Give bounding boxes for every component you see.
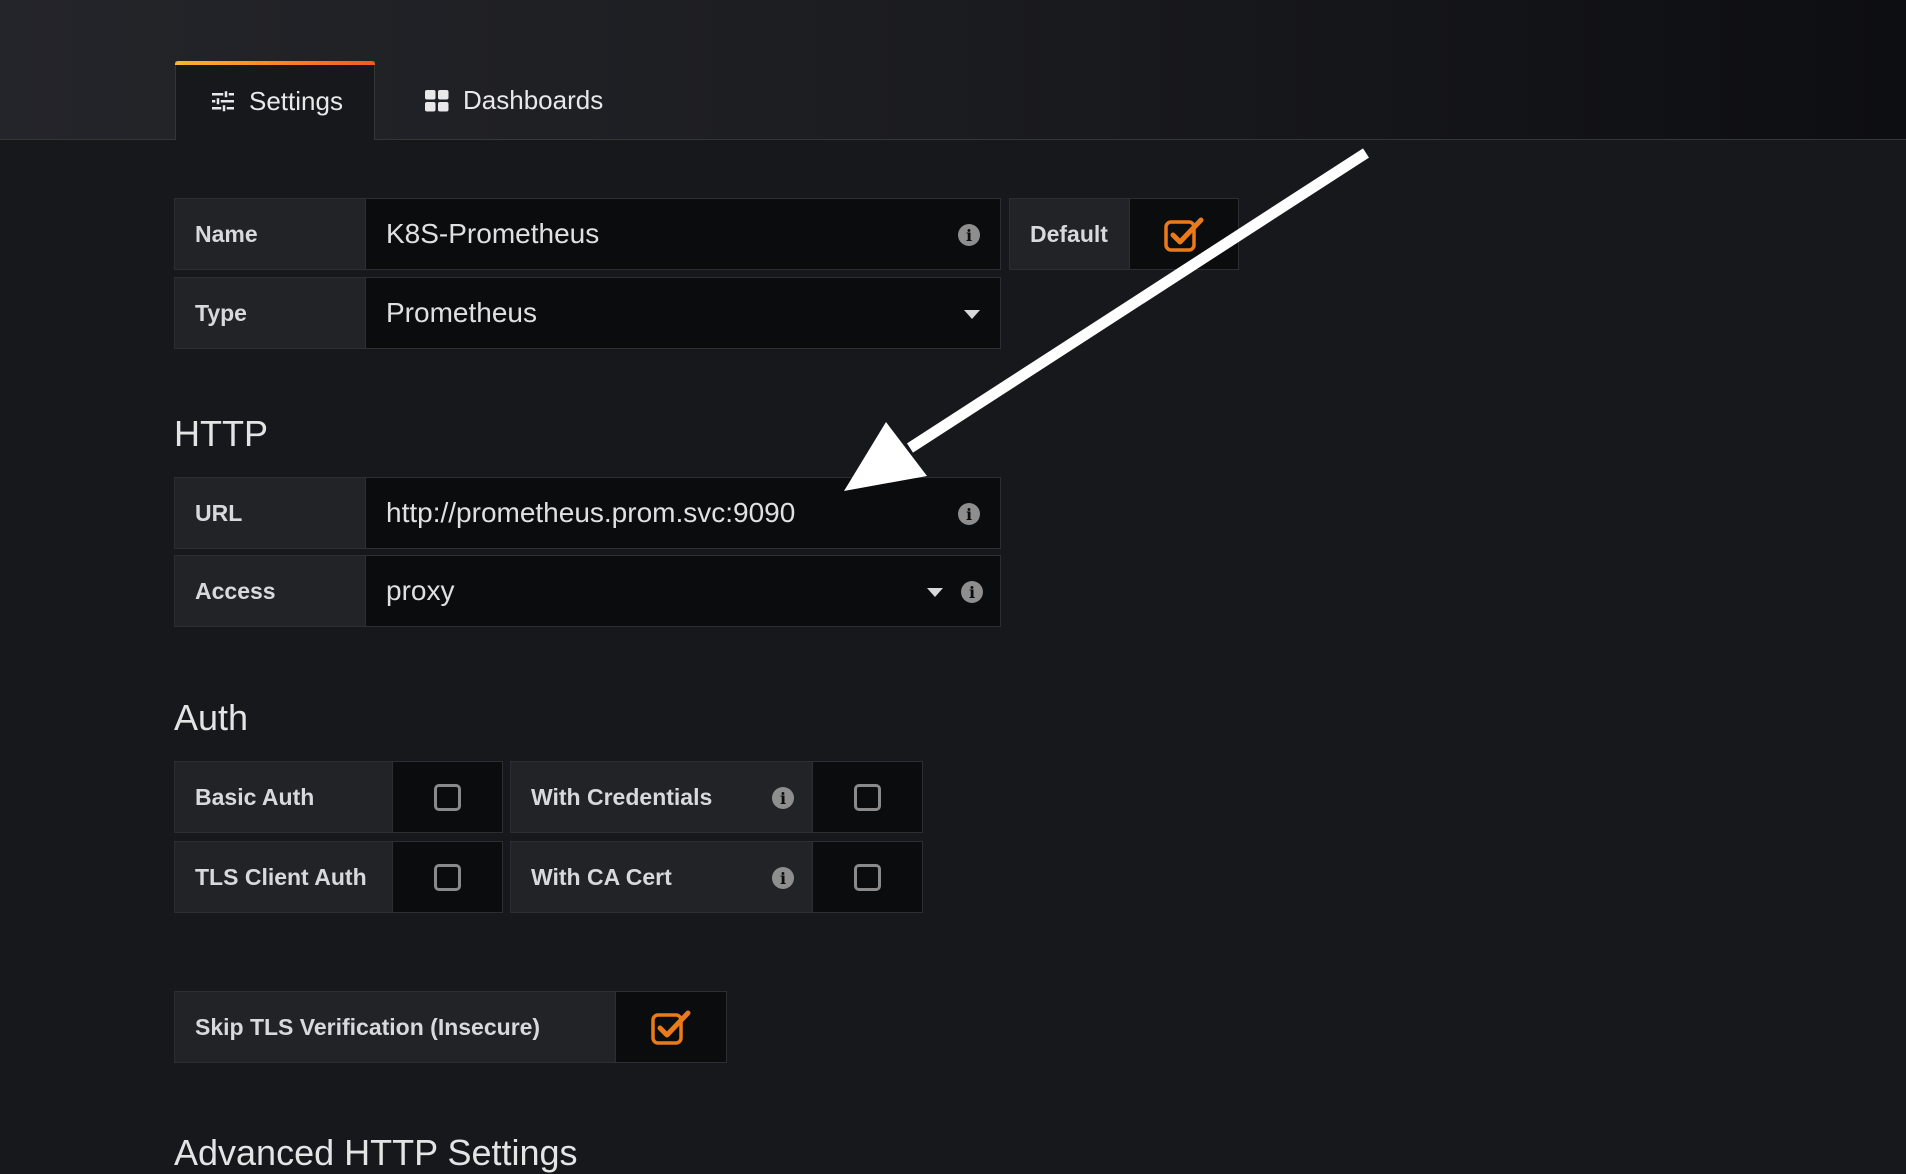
access-value: proxy: [386, 575, 455, 606]
sliders-icon: [212, 90, 234, 112]
with-credentials-checkbox[interactable]: [812, 761, 923, 833]
checkbox-empty-icon: [434, 863, 461, 891]
info-icon[interactable]: i: [958, 503, 980, 525]
access-label: Access: [174, 555, 366, 627]
chevron-down-icon: [927, 588, 943, 597]
chevron-down-icon: [964, 310, 980, 319]
with-ca-cert-label-cell: With CA Cert i: [510, 841, 813, 913]
advanced-http-heading: Advanced HTTP Settings: [174, 1132, 578, 1173]
default-label: Default: [1009, 198, 1130, 270]
auth-heading: Auth: [174, 697, 249, 738]
type-select[interactable]: Prometheus: [365, 277, 1001, 349]
grid-icon: [425, 89, 449, 111]
tls-client-auth-label: TLS Client Auth: [174, 841, 393, 913]
info-icon[interactable]: i: [961, 581, 983, 603]
with-credentials-label: With Credentials: [531, 783, 713, 810]
basic-auth-label: Basic Auth: [174, 761, 393, 833]
url-value: http://prometheus.prom.svc:9090: [386, 497, 796, 528]
tls-client-auth-checkbox[interactable]: [392, 841, 503, 913]
info-icon[interactable]: i: [772, 867, 794, 889]
access-select[interactable]: proxy i: [365, 555, 1001, 627]
skip-tls-checkbox[interactable]: [615, 991, 727, 1063]
check-icon: [651, 1010, 691, 1045]
url-label: URL: [174, 477, 366, 549]
type-label: Type: [174, 277, 366, 349]
checkbox-empty-icon: [434, 783, 461, 811]
check-icon: [1164, 217, 1204, 252]
with-ca-cert-label: With CA Cert: [531, 863, 672, 890]
checkbox-empty-icon: [854, 863, 881, 891]
info-icon[interactable]: i: [772, 787, 794, 809]
name-label: Name: [174, 198, 366, 270]
basic-auth-checkbox[interactable]: [392, 761, 503, 833]
tab-dashboards[interactable]: Dashboards: [425, 61, 603, 140]
name-value: K8S-Prometheus: [386, 218, 600, 249]
with-credentials-label-cell: With Credentials i: [510, 761, 813, 833]
info-icon[interactable]: i: [958, 224, 980, 246]
checkbox-empty-icon: [854, 783, 881, 811]
name-input[interactable]: K8S-Prometheus i: [365, 198, 1001, 270]
tab-dashboards-label: Dashboards: [463, 85, 604, 115]
url-input[interactable]: http://prometheus.prom.svc:9090 i: [365, 477, 1001, 549]
default-checkbox[interactable]: [1129, 198, 1239, 270]
tab-settings-label: Settings: [249, 85, 343, 116]
tab-settings[interactable]: Settings: [175, 61, 375, 140]
http-heading: HTTP: [174, 413, 268, 454]
with-ca-cert-checkbox[interactable]: [812, 841, 923, 913]
type-value: Prometheus: [386, 297, 537, 328]
skip-tls-label: Skip TLS Verification (Insecure): [174, 991, 616, 1063]
